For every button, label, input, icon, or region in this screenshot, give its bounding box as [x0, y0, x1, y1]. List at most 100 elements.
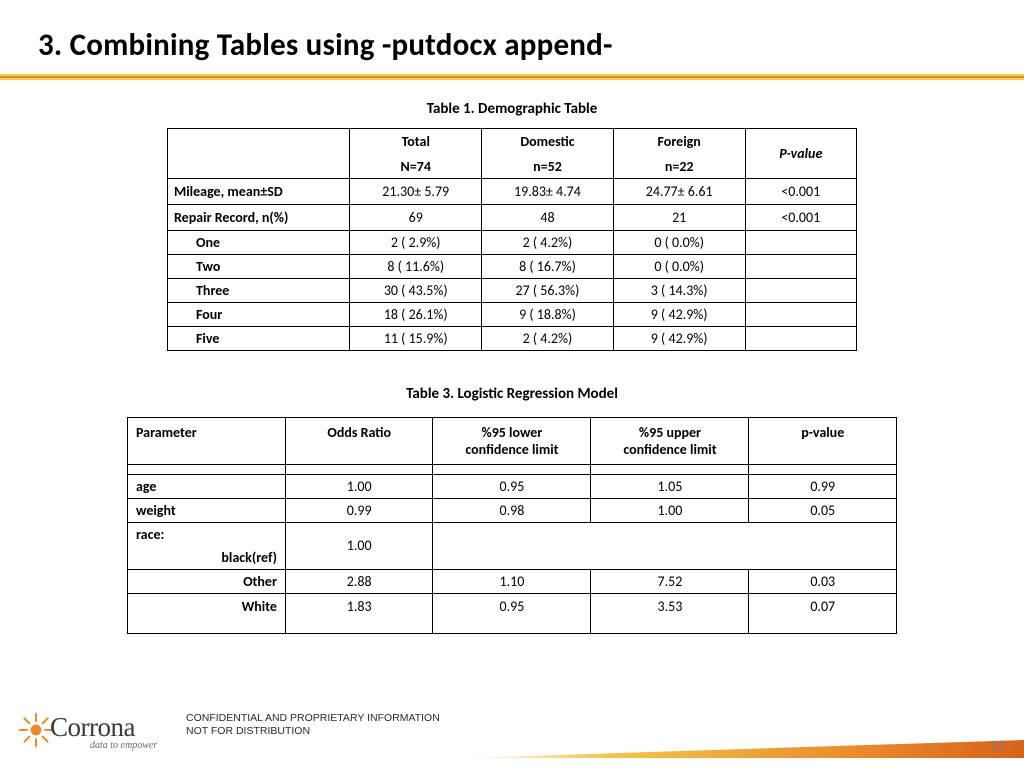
cell: 11 ( 15.9%) — [350, 326, 482, 350]
cell: 0 ( 0.0%) — [613, 254, 745, 278]
cell: 18 ( 26.1%) — [350, 302, 482, 326]
footer: Corrona data to empower CONFIDENTIAL AND… — [0, 698, 1024, 768]
cell: 7.52 — [591, 569, 749, 593]
col-ci-upper-top: %95 upper — [639, 424, 701, 441]
cell: 0.07 — [749, 593, 897, 633]
col-total-sub: N=74 — [350, 155, 482, 179]
col-ci-upper-sub: confidence limit — [623, 441, 716, 458]
cell-label: White — [128, 593, 286, 633]
brand-name: Corrona — [50, 712, 135, 743]
cell: 1.00 — [591, 498, 749, 522]
col-pvalue: p-value — [749, 417, 897, 464]
cell: 0.98 — [433, 498, 591, 522]
cell: 21 — [613, 204, 745, 230]
cell: 1.05 — [591, 474, 749, 498]
cell-label: Four — [168, 302, 350, 326]
table3-row-weight: weight 0.99 0.98 1.00 0.05 — [128, 498, 897, 522]
cell-label: race: — [128, 522, 286, 546]
table1-row-repair: Repair Record, n(%) 69 48 21 <0.001 — [168, 204, 857, 230]
cell: 0.99 — [285, 498, 432, 522]
cell: 69 — [350, 204, 482, 230]
col-total-top: Total — [350, 129, 482, 155]
cell: 2 ( 2.9%) — [350, 230, 482, 254]
cell-label: black(ref) — [128, 546, 286, 570]
cell: 0.95 — [433, 474, 591, 498]
table1-header: Total Domestic Foreign P-value — [168, 129, 857, 155]
cell: 0.95 — [433, 593, 591, 633]
cell: <0.001 — [745, 178, 856, 204]
table1-row-four: Four 18 ( 26.1%) 9 ( 18.8%) 9 ( 42.9%) — [168, 302, 857, 326]
col-parameter: Parameter — [128, 417, 286, 464]
cell: 0.03 — [749, 569, 897, 593]
col-ci-lower-sub: confidence limit — [465, 441, 558, 458]
table3-caption: Table 3. Logistic Regression Model — [60, 385, 964, 403]
col-ci-lower-top: %95 lower — [481, 424, 542, 441]
table1-row-three: Three 30 ( 43.5%) 27 ( 56.3%) 3 ( 14.3%) — [168, 278, 857, 302]
table1-row-one: One 2 ( 2.9%) 2 ( 4.2%) 0 ( 0.0%) — [168, 230, 857, 254]
cell: 0.05 — [749, 498, 897, 522]
cell: 0 ( 0.0%) — [613, 230, 745, 254]
cell: 24.77± 6.61 — [613, 178, 745, 204]
cell-label: Repair Record, n(%) — [168, 204, 350, 230]
page-number: 13 — [990, 737, 1004, 754]
col-blank — [168, 129, 350, 179]
col-domestic-top: Domestic — [482, 129, 614, 155]
cell-label: Two — [168, 254, 350, 278]
cell — [745, 230, 856, 254]
cell: 8 ( 11.6%) — [350, 254, 482, 278]
cell: <0.001 — [745, 204, 856, 230]
cell: 48 — [482, 204, 614, 230]
cell: 1.10 — [433, 569, 591, 593]
table3-row-other: Other 2.88 1.10 7.52 0.03 — [128, 569, 897, 593]
accent-wedge — [464, 740, 1024, 758]
cell: 9 ( 18.8%) — [482, 302, 614, 326]
confidential-line1: CONFIDENTIAL AND PROPRIETARY INFORMATION — [186, 712, 440, 724]
cell: 9 ( 42.9%) — [613, 302, 745, 326]
cell: 1.83 — [285, 593, 432, 633]
confidential-line2: NOT FOR DISTRIBUTION — [186, 725, 310, 737]
col-oddsratio: Odds Ratio — [285, 417, 432, 464]
brand-logo: Corrona data to empower — [18, 708, 178, 754]
cell: 1.00 — [285, 522, 432, 569]
table1: Total Domestic Foreign P-value N=74 n=52… — [167, 128, 857, 351]
cell: 27 ( 56.3%) — [482, 278, 614, 302]
cell-label: Other — [128, 569, 286, 593]
cell-label: Three — [168, 278, 350, 302]
cell-label: Five — [168, 326, 350, 350]
cell-label: One — [168, 230, 350, 254]
cell-label: age — [128, 474, 286, 498]
cell: 30 ( 43.5%) — [350, 278, 482, 302]
col-ci-lower: %95 lower confidence limit — [433, 417, 591, 464]
cell-label: weight — [128, 498, 286, 522]
cell: 2.88 — [285, 569, 432, 593]
table3-header: Parameter Odds Ratio %95 lower confidenc… — [128, 417, 897, 464]
table1-caption: Table 1. Demographic Table — [60, 100, 964, 118]
table1-row-two: Two 8 ( 11.6%) 8 ( 16.7%) 0 ( 0.0%) — [168, 254, 857, 278]
table3-spacer — [128, 464, 897, 474]
table1-row-five: Five 11 ( 15.9%) 2 ( 4.2%) 9 ( 42.9%) — [168, 326, 857, 350]
cell: 0.99 — [749, 474, 897, 498]
cell: 1.00 — [285, 474, 432, 498]
cell-merged-blank — [433, 522, 897, 569]
sun-icon — [18, 712, 54, 748]
table1-row-mileage: Mileage, mean±SD 21.30± 5.79 19.83± 4.74… — [168, 178, 857, 204]
col-pvalue: P-value — [745, 129, 856, 179]
brand-tagline: data to empower — [90, 740, 157, 751]
cell: 21.30± 5.79 — [350, 178, 482, 204]
cell — [745, 326, 856, 350]
col-foreign-top: Foreign — [613, 129, 745, 155]
cell: 8 ( 16.7%) — [482, 254, 614, 278]
cell: 19.83± 4.74 — [482, 178, 614, 204]
cell: 9 ( 42.9%) — [613, 326, 745, 350]
slide: 3. Combining Tables using -putdocx appen… — [0, 0, 1024, 768]
cell: 3.53 — [591, 593, 749, 633]
table3-row-white: White 1.83 0.95 3.53 0.07 — [128, 593, 897, 633]
cell — [745, 302, 856, 326]
col-ci-upper: %95 upper confidence limit — [591, 417, 749, 464]
slide-title: 3. Combining Tables using -putdocx appen… — [0, 0, 1024, 74]
cell: 3 ( 14.3%) — [613, 278, 745, 302]
content-area: Table 1. Demographic Table Total Domesti… — [0, 80, 1024, 634]
table3-row-age: age 1.00 0.95 1.05 0.99 — [128, 474, 897, 498]
col-foreign-sub: n=22 — [613, 155, 745, 179]
table3: Parameter Odds Ratio %95 lower confidenc… — [127, 417, 897, 634]
